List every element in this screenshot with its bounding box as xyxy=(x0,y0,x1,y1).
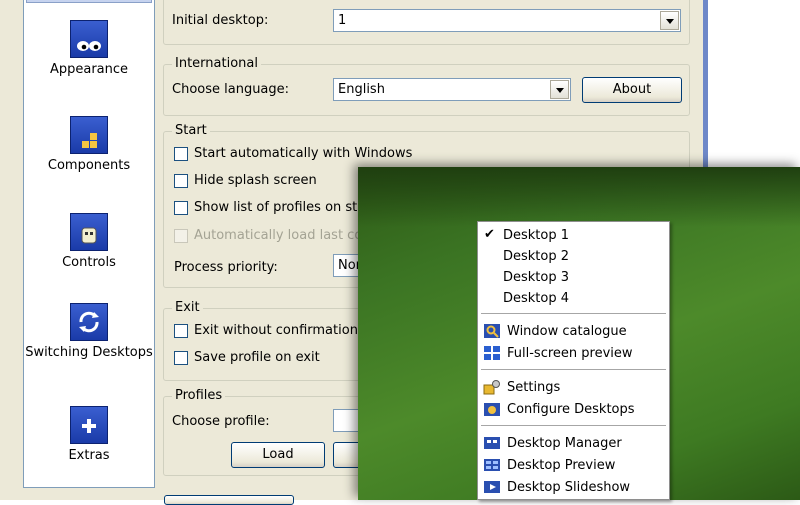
desktop-slideshow-icon xyxy=(484,481,500,493)
tray-context-menu: ✔ Desktop 1 Desktop 2 Desktop 3 Desktop … xyxy=(477,221,670,500)
exit-legend: Exit xyxy=(172,300,203,315)
hide-splash-checkbox[interactable] xyxy=(174,174,188,188)
menu-item-label: Desktop 3 xyxy=(503,270,570,285)
sidebar-item-label: Components xyxy=(47,158,131,173)
menu-separator xyxy=(481,369,666,370)
window-catalogue-icon xyxy=(484,324,500,338)
hide-splash-label: Hide splash screen xyxy=(194,173,317,188)
exit-without-confirmation-label: Exit without confirmation wi xyxy=(194,323,377,338)
appearance-icon xyxy=(70,20,108,58)
menu-item-label: Desktop Slideshow xyxy=(507,480,631,495)
menu-item-label: Desktop 1 xyxy=(503,228,570,243)
menu-item-desktop-slideshow[interactable]: Desktop Slideshow xyxy=(478,477,669,498)
menu-item-desktop-2[interactable]: Desktop 2 xyxy=(478,246,669,267)
desktop-manager-icon xyxy=(484,437,500,449)
menu-item-label: Configure Desktops xyxy=(507,402,635,417)
menu-item-desktop-preview[interactable]: Desktop Preview xyxy=(478,455,669,476)
sidebar-item-label: Controls xyxy=(62,255,116,270)
sidebar-item-switching-desktops[interactable]: Switching Desktops xyxy=(24,303,154,361)
initial-desktop-value: 1 xyxy=(338,13,347,28)
menu-item-desktop-manager[interactable]: Desktop Manager xyxy=(478,433,669,454)
sidebar-item-components[interactable]: Components xyxy=(24,116,154,174)
sidebar-item-extras[interactable]: Extras xyxy=(24,406,154,464)
profiles-legend: Profiles xyxy=(172,388,226,403)
menu-item-window-catalogue[interactable]: Window catalogue xyxy=(478,321,669,342)
process-priority-label: Process priority: xyxy=(174,260,278,275)
menu-item-settings[interactable]: Settings xyxy=(478,377,669,398)
international-legend: International xyxy=(172,56,261,71)
settings-icon xyxy=(483,380,500,395)
sidebar: Appearance Components Controls Switching… xyxy=(23,0,155,488)
fullscreen-preview-icon xyxy=(484,346,500,360)
sidebar-item-label: Switching Desktops xyxy=(25,345,153,360)
sidebar-item-appearance[interactable]: Appearance xyxy=(24,20,154,78)
language-label: Choose language: xyxy=(172,82,290,97)
show-profiles-label: Show list of profiles on start xyxy=(194,200,376,215)
sidebar-item-label: Extras xyxy=(68,448,110,463)
desktop-preview-icon xyxy=(484,459,500,471)
menu-item-desktop-3[interactable]: Desktop 3 xyxy=(478,267,669,288)
sidebar-selected-item[interactable] xyxy=(26,0,152,3)
chevron-down-icon[interactable] xyxy=(660,11,679,30)
menu-item-label: Desktop Preview xyxy=(507,458,616,473)
menu-item-configure-desktops[interactable]: Configure Desktops xyxy=(478,399,669,420)
initial-desktop-select[interactable]: 1 xyxy=(333,9,681,32)
menu-item-desktop-1[interactable]: ✔ Desktop 1 xyxy=(478,225,669,246)
bottom-button[interactable] xyxy=(164,495,294,505)
sidebar-item-label: Appearance xyxy=(49,62,129,77)
checkmark-icon: ✔ xyxy=(484,227,495,242)
language-select[interactable]: English xyxy=(333,78,571,101)
show-profiles-checkbox[interactable] xyxy=(174,201,188,215)
start-legend: Start xyxy=(172,123,210,138)
menu-item-desktop-4[interactable]: Desktop 4 xyxy=(478,288,669,309)
components-icon xyxy=(70,116,108,154)
menu-item-label: Settings xyxy=(507,380,561,395)
menu-item-label: Full-screen preview xyxy=(507,346,633,361)
autoload-config-checkbox xyxy=(174,229,188,243)
menu-separator xyxy=(481,313,666,314)
choose-profile-label: Choose profile: xyxy=(172,414,270,429)
sidebar-item-controls[interactable]: Controls xyxy=(24,213,154,271)
menu-item-label: Desktop 2 xyxy=(503,249,570,264)
menu-separator xyxy=(481,425,666,426)
switching-icon xyxy=(70,303,108,341)
configure-desktops-icon xyxy=(484,403,500,416)
initial-desktop-label: Initial desktop: xyxy=(172,13,269,28)
load-button[interactable]: Load xyxy=(231,442,325,468)
menu-item-label: Desktop 4 xyxy=(503,291,570,306)
autoload-config-label: Automatically load last conf xyxy=(194,228,376,243)
start-with-windows-checkbox[interactable] xyxy=(174,147,188,161)
language-value: English xyxy=(338,82,385,97)
menu-item-label: Window catalogue xyxy=(507,324,627,339)
extras-icon xyxy=(70,406,108,444)
chevron-down-icon[interactable] xyxy=(550,80,569,99)
menu-item-fullscreen-preview[interactable]: Full-screen preview xyxy=(478,343,669,364)
start-with-windows-label: Start automatically with Windows xyxy=(194,146,413,161)
save-profile-label: Save profile on exit xyxy=(194,350,320,365)
about-button[interactable]: About xyxy=(582,77,682,103)
exit-without-confirmation-checkbox[interactable] xyxy=(174,324,188,338)
save-profile-checkbox[interactable] xyxy=(174,351,188,365)
menu-item-label: Desktop Manager xyxy=(507,436,622,451)
controls-icon xyxy=(70,213,108,251)
